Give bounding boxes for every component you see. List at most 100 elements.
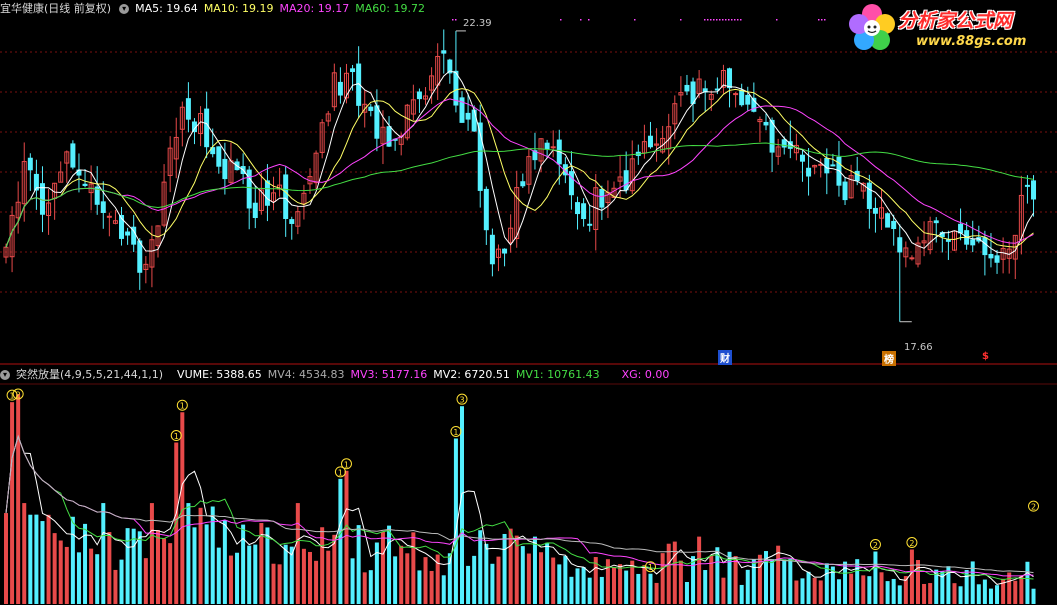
high-price-label: 22.39	[463, 18, 492, 29]
volume-bar-up	[16, 394, 21, 604]
candle-down	[27, 157, 33, 171]
volume-bar-down	[241, 524, 246, 604]
volume-bar-down	[466, 565, 471, 604]
volume-bar-up	[10, 402, 15, 604]
finance-event-marker[interactable]: 财	[718, 350, 732, 365]
volume-bar-down	[417, 570, 422, 604]
candle-down	[222, 158, 228, 180]
volume-bar-up	[1007, 572, 1012, 604]
candle-down	[739, 89, 745, 106]
candle-down	[866, 182, 872, 209]
volume-bar-up	[301, 548, 306, 604]
candle-up	[909, 257, 915, 260]
volume-bar-down	[806, 571, 811, 604]
signal-dot	[740, 19, 742, 21]
candle-down	[368, 106, 374, 111]
volume-bar-down	[958, 586, 963, 604]
volume-bar-up	[58, 540, 63, 604]
volume-bar-up	[909, 549, 914, 604]
candle-down	[568, 171, 574, 196]
billboard-event-marker[interactable]: 榜	[882, 351, 896, 366]
volume-bar-down	[101, 503, 106, 604]
volume-bar-up	[344, 470, 349, 604]
signal-dot	[452, 19, 454, 21]
volume-bar-down	[897, 585, 902, 604]
volume-bar-up	[113, 569, 118, 604]
candle-down	[350, 68, 356, 73]
volume-bar-down	[867, 576, 872, 604]
volume-bar-up	[526, 553, 531, 604]
candle-down	[489, 234, 495, 265]
signal-dot	[710, 19, 712, 21]
volume-bar-down	[484, 543, 489, 604]
candle-down	[100, 201, 106, 213]
signal-dot	[734, 19, 736, 21]
volume-bar-down	[891, 578, 896, 604]
candle-down	[885, 213, 891, 228]
volume-bar-up	[149, 503, 154, 604]
candle-down	[502, 248, 508, 254]
candle-down	[283, 174, 289, 219]
volume-bar-down	[739, 584, 744, 604]
candle-up	[550, 146, 556, 149]
signal-dot	[731, 19, 733, 21]
spike-marker-label: 1	[453, 428, 458, 437]
flower-logo-icon	[849, 4, 895, 50]
volume-bar-down	[563, 556, 568, 604]
volume-bar-up	[1013, 580, 1018, 604]
volume-bar-down	[125, 528, 130, 604]
candle-up	[106, 215, 112, 218]
candle-down	[289, 219, 295, 224]
indicator-name[interactable]: 突然放量(4,9,5,5,21,44,1,1)	[16, 368, 163, 381]
volume-bar-up	[143, 558, 148, 604]
chevron-down-icon[interactable]: ▾	[0, 370, 10, 380]
volume-bar-up	[666, 543, 671, 604]
ma60-readout: MA60: 19.72	[355, 2, 425, 15]
candle-up	[818, 163, 824, 166]
stock-name[interactable]: 宜华健康(日线 前复权)	[0, 2, 111, 15]
candle-down	[891, 220, 897, 230]
candle-down	[337, 81, 343, 96]
volume-bar-up	[198, 507, 203, 604]
volume-bar-up	[405, 553, 410, 604]
volume-bar-down	[782, 559, 787, 604]
xg-readout: XG: 0.00	[621, 368, 670, 381]
dividend-event-marker[interactable]: $	[982, 351, 989, 362]
spike-marker-label: 2	[873, 541, 878, 550]
volume-bar-down	[988, 588, 993, 604]
volume-bar-down	[624, 570, 629, 604]
volume-bar-down	[222, 520, 227, 604]
candle-down	[830, 164, 836, 167]
volume-bar-up	[922, 583, 927, 604]
signal-dot	[728, 19, 730, 21]
signal-dot	[634, 19, 636, 21]
signal-dot	[704, 19, 706, 21]
volume-bar-up	[362, 572, 367, 604]
volume-bar-down	[460, 406, 464, 604]
candle-down	[1031, 180, 1037, 200]
volume-bar-down	[1031, 588, 1036, 604]
volume-bar-down	[472, 555, 477, 604]
mv4-readout: MV4: 4534.83	[267, 368, 345, 381]
chevron-down-icon[interactable]: ▾	[119, 4, 130, 14]
volume-bar-up	[423, 557, 428, 604]
volume-bar-down	[478, 530, 483, 604]
volume-bar-down	[599, 576, 604, 604]
signal-dot	[713, 19, 715, 21]
volume-bar-up	[308, 551, 312, 604]
chart-canvas[interactable]: 1 211111312 22	[0, 0, 1057, 605]
volume-bar-down	[338, 478, 343, 604]
volume-bar-down	[545, 542, 550, 604]
volume-bar-down	[836, 579, 841, 604]
volume-bar-down	[490, 563, 495, 604]
mv3-line	[5, 434, 1034, 577]
signal-dot	[680, 19, 682, 21]
volume-bar-down	[247, 545, 252, 604]
candle-down	[70, 143, 76, 168]
candle-down	[137, 240, 143, 273]
candle-down	[39, 183, 45, 215]
volume-bar-up	[64, 546, 69, 604]
volume-bar-up	[295, 503, 300, 604]
volume-bar-down	[995, 585, 1000, 604]
ma20-readout: MA20: 19.17	[279, 2, 350, 15]
